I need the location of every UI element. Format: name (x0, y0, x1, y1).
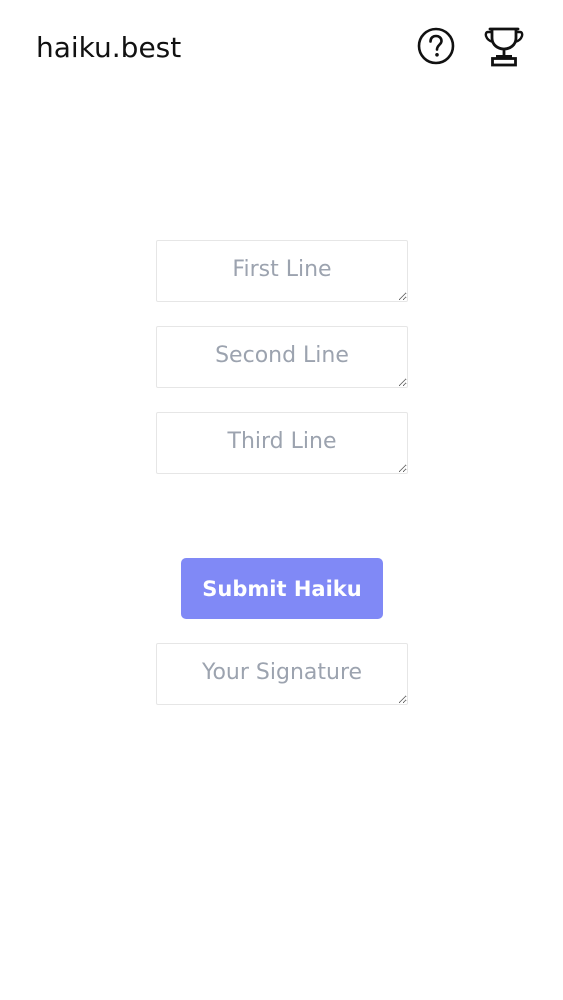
first-line-input[interactable] (156, 240, 408, 302)
submit-haiku-button[interactable]: Submit Haiku (181, 558, 383, 619)
site-logo[interactable]: haiku.best (36, 31, 181, 64)
help-button[interactable] (414, 24, 458, 68)
trophy-icon (484, 27, 524, 67)
leaderboard-button[interactable] (482, 24, 526, 68)
signature-input[interactable] (156, 643, 408, 705)
question-circle-icon (417, 27, 455, 65)
third-line-input[interactable] (156, 412, 408, 474)
second-line-input[interactable] (156, 326, 408, 388)
